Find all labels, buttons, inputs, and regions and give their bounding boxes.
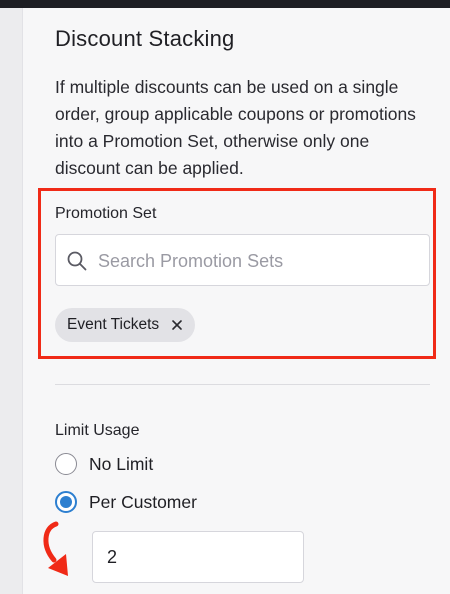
annotation-arrow-icon: [43, 521, 68, 576]
left-sidebar-strip: [0, 8, 23, 594]
close-icon[interactable]: [169, 317, 185, 333]
radio-per-customer[interactable]: [55, 491, 77, 513]
promotion-set-search-input[interactable]: [96, 235, 420, 287]
chip-label: Event Tickets: [67, 316, 160, 333]
radio-label-per-customer: Per Customer: [89, 491, 197, 512]
promotion-set-label: Promotion Set: [55, 205, 157, 222]
radio-option-per-customer[interactable]: Per Customer: [55, 491, 197, 513]
per-customer-limit-input[interactable]: [92, 531, 304, 583]
promotion-set-search-box[interactable]: [55, 234, 430, 287]
radio-label-no-limit: No Limit: [89, 453, 154, 474]
section-description: If multiple discounts can be used on a s…: [55, 77, 416, 178]
section-title: Discount Stacking: [55, 26, 235, 51]
radio-option-no-limit[interactable]: No Limit: [55, 453, 153, 475]
radio-no-limit[interactable]: [55, 453, 77, 475]
selected-promotion-chip: Event Tickets: [55, 308, 196, 342]
search-icon: [67, 251, 87, 271]
limit-usage-label: Limit Usage: [55, 422, 140, 439]
top-bar: [0, 0, 450, 8]
section-divider: [55, 384, 430, 385]
